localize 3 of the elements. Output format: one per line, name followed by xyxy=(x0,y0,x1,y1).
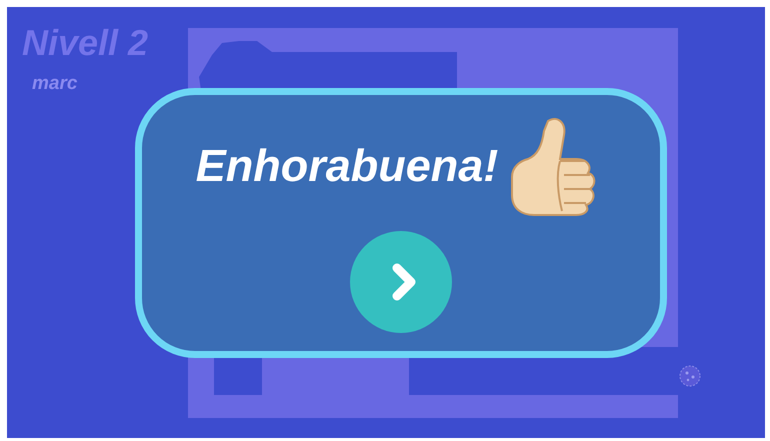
dotted-ball-icon xyxy=(679,365,701,387)
player-name: marc xyxy=(32,73,78,95)
congratulations-message: Enhorabuena! xyxy=(196,140,498,192)
